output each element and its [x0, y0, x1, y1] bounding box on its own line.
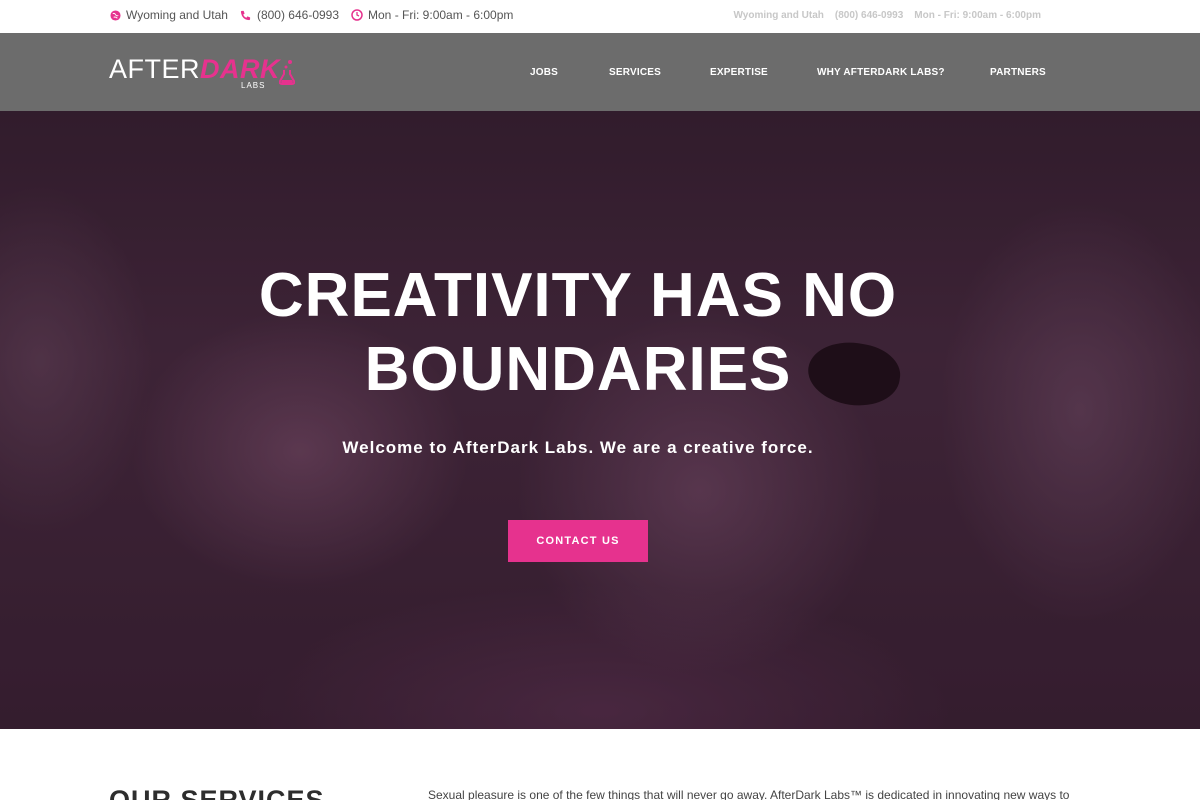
hero-subheadline: Welcome to AfterDark Labs. We are a crea… — [342, 438, 814, 457]
services-heading: OUR SERVICES — [109, 785, 325, 800]
logo-after-text: AFTER — [109, 54, 201, 84]
hours-text: Mon - Fri: 9:00am - 6:00pm — [368, 8, 514, 22]
top-info-bar: Wyoming and Utah (800) 646-0993 Mon - Fr… — [0, 0, 1200, 33]
nav-item-services[interactable]: SERVICES — [609, 67, 710, 78]
phone-icon — [240, 9, 252, 21]
right-phone-text[interactable]: (800) 646-0993 — [835, 10, 903, 21]
location-text: Wyoming and Utah — [126, 8, 228, 22]
main-navbar: AFTERDARK LABS JOBS SERVICES EXPERTISE W… — [0, 33, 1200, 111]
services-section: OUR SERVICES Sexual pleasure is one of t… — [0, 729, 1200, 800]
right-hours-text: Mon - Fri: 9:00am - 6:00pm — [914, 10, 1041, 21]
contact-info-left: Wyoming and Utah (800) 646-0993 Mon - Fr… — [109, 8, 513, 22]
hours-item: Mon - Fri: 9:00am - 6:00pm — [351, 8, 513, 22]
contact-us-button[interactable]: CONTACT US — [508, 520, 648, 562]
nav-item-expertise[interactable]: EXPERTISE — [710, 67, 817, 78]
globe-icon — [109, 9, 121, 21]
hero-banner: CREATIVITY HAS NO BOUNDARIES Welcome to … — [0, 111, 1200, 729]
phone-text[interactable]: (800) 646-0993 — [257, 8, 339, 22]
location-item: Wyoming and Utah — [109, 8, 228, 22]
right-location-text: Wyoming and Utah — [733, 10, 824, 21]
hero-headline-line2: BOUNDARIES — [364, 335, 792, 404]
nav-menu: JOBS SERVICES EXPERTISE WHY AFTERDARK LA… — [530, 67, 1046, 78]
nav-item-jobs[interactable]: JOBS — [530, 67, 609, 78]
logo-dark-text: DARK — [200, 54, 281, 84]
hero-headline: CREATIVITY HAS NO BOUNDARIES — [0, 259, 1156, 407]
clock-icon — [351, 9, 363, 21]
services-intro: Sexual pleasure is one of the few things… — [428, 788, 1070, 800]
hero-overlay — [0, 111, 1200, 729]
nav-item-partners[interactable]: PARTNERS — [990, 67, 1046, 78]
flask-icon — [278, 59, 296, 90]
logo-labs-text: LABS — [241, 81, 266, 90]
hero-headline-line1: CREATIVITY HAS NO — [258, 261, 898, 330]
contact-info-right: Wyoming and Utah (800) 646-0993 Mon - Fr… — [734, 10, 1041, 21]
phone-item[interactable]: (800) 646-0993 — [240, 8, 339, 22]
nav-item-why-afterdark-labs[interactable]: WHY AFTERDARK LABS? — [817, 67, 990, 78]
afterdark-labs-logo[interactable]: AFTERDARK LABS — [109, 51, 309, 95]
